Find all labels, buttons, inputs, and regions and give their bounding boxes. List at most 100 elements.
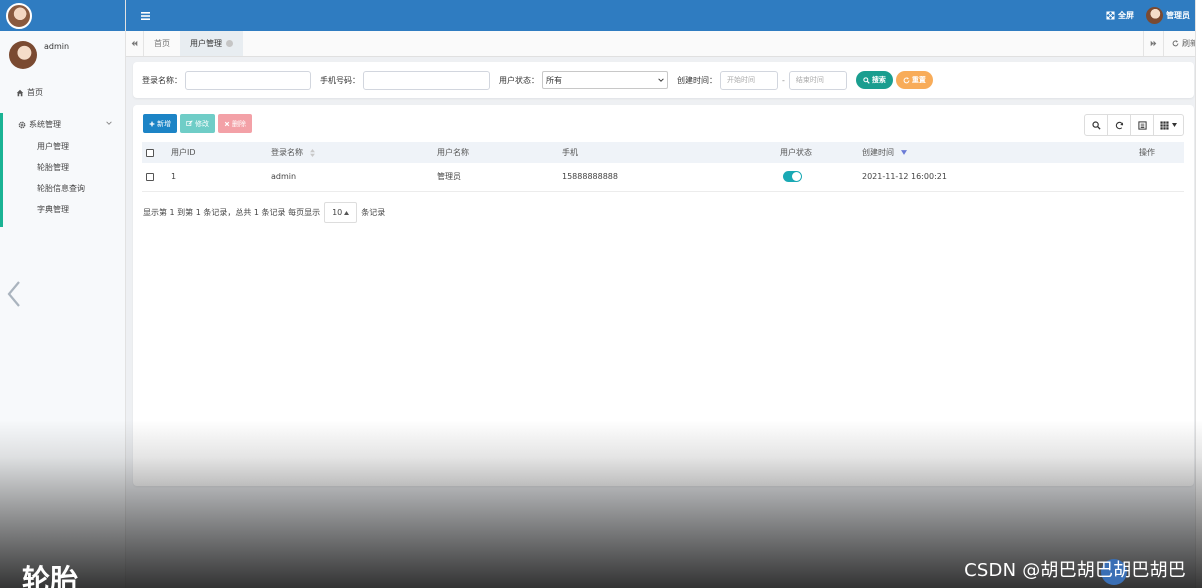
col-login-name[interactable]: 登录名称 bbox=[267, 142, 433, 163]
add-button[interactable]: 新增 bbox=[143, 114, 177, 133]
cell-login-name: admin bbox=[267, 163, 433, 192]
col-created-time-label: 创建时间 bbox=[862, 148, 894, 157]
sort-icon bbox=[310, 148, 315, 157]
sidebar-user: admin bbox=[0, 31, 125, 81]
sidebar: admin 首页 系统管理 用户管理 轮胎管理 轮胎信息查询 字典管理 bbox=[0, 0, 126, 588]
refresh-icon bbox=[1172, 40, 1179, 47]
sidebar-submenu: 用户管理 轮胎管理 轮胎信息查询 字典管理 bbox=[3, 136, 125, 227]
delete-button-label: 删除 bbox=[232, 119, 246, 128]
fullscreen-label: 全屏 bbox=[1118, 11, 1134, 20]
cell-actions bbox=[1135, 163, 1184, 192]
col-user-name[interactable]: 用户名称 bbox=[433, 142, 558, 163]
tab-home[interactable]: 首页 bbox=[144, 31, 180, 56]
toggle-search-button[interactable] bbox=[1084, 114, 1108, 136]
start-time-placeholder: 开始时间 bbox=[727, 76, 755, 84]
sidebar-item-tire-management[interactable]: 轮胎管理 bbox=[3, 157, 125, 178]
sidebar-item-tire-query[interactable]: 轮胎信息查询 bbox=[3, 178, 125, 199]
user-avatar[interactable] bbox=[9, 41, 37, 69]
top-navbar: 全屏 管理员 bbox=[126, 0, 1202, 31]
sidebar-item-home[interactable]: 首页 bbox=[0, 81, 125, 104]
col-phone[interactable]: 手机 bbox=[558, 142, 776, 163]
list-view-icon bbox=[1137, 120, 1147, 130]
double-chevron-left-icon bbox=[131, 40, 138, 47]
tab-user-management-label: 用户管理 bbox=[190, 39, 222, 48]
gear-icon bbox=[18, 121, 26, 128]
page-size-select[interactable]: 10 bbox=[324, 202, 358, 223]
delete-button[interactable]: 删除 bbox=[218, 114, 252, 133]
right-scrollbar[interactable] bbox=[1195, 0, 1202, 588]
reset-button[interactable]: 重置 bbox=[895, 71, 933, 89]
grid-columns-icon bbox=[1160, 120, 1169, 130]
login-name-label: 登录名称： bbox=[142, 75, 182, 85]
login-name-input[interactable] bbox=[185, 70, 311, 90]
select-all-cell bbox=[142, 142, 167, 163]
overlay-bottom-text: 轮胎 bbox=[22, 563, 79, 588]
edit-button[interactable]: 修改 bbox=[180, 114, 215, 133]
tab-close-icon[interactable] bbox=[226, 40, 233, 47]
sidebar-logo-avatar bbox=[6, 2, 32, 29]
end-time-input[interactable]: 结束时间 bbox=[788, 70, 847, 90]
close-icon bbox=[224, 121, 230, 126]
sidebar-item-home-label: 首页 bbox=[27, 88, 43, 97]
collapse-sidebar-icon[interactable] bbox=[5, 280, 23, 308]
status-select[interactable]: 所有 bbox=[542, 71, 668, 89]
col-created-time[interactable]: 创建时间 bbox=[858, 142, 1135, 163]
tabs-right-controls: 刷新 bbox=[1143, 31, 1202, 56]
caret-up-icon bbox=[344, 210, 350, 215]
pagination-suffix: 条记录 bbox=[361, 208, 386, 217]
columns-dropdown-button[interactable] bbox=[1153, 114, 1184, 136]
cell-user-id: 1 bbox=[167, 163, 267, 192]
sidebar-group-system: 系统管理 用户管理 轮胎管理 轮胎信息查询 字典管理 bbox=[0, 113, 125, 227]
tabs-scroll-right[interactable] bbox=[1143, 31, 1163, 56]
sidebar-group-system-label: 系统管理 bbox=[29, 120, 61, 129]
col-user-id[interactable]: 用户ID bbox=[167, 142, 267, 163]
chevron-down-icon bbox=[106, 121, 112, 125]
user-table: 用户ID 登录名称 用户名称 手机 用户状态 创建时间 操作 1 admin 管… bbox=[142, 142, 1184, 192]
user-menu[interactable]: 管理员 bbox=[1146, 7, 1190, 24]
sidebar-item-dictionary[interactable]: 字典管理 bbox=[3, 199, 125, 220]
cell-status bbox=[776, 163, 858, 192]
start-time-input[interactable]: 开始时间 bbox=[720, 70, 778, 90]
caret-down-icon bbox=[1172, 123, 1177, 127]
search-form: 登录名称： 手机号码： 用户状态： 所有 创建时间： 开始时间 - 结束时间 搜… bbox=[133, 62, 1194, 98]
sidebar-username: admin bbox=[44, 42, 70, 51]
user-table-card: 新增 修改 删除 用户ID 登录名称 用户名称 手机 用户状态 创建时间 操作 … bbox=[133, 105, 1194, 486]
refresh-table-button[interactable] bbox=[1107, 114, 1131, 136]
status-label: 用户状态： bbox=[499, 75, 539, 85]
add-button-label: 新增 bbox=[157, 119, 171, 128]
refresh-icon bbox=[1115, 121, 1123, 129]
watermark: CSDN @胡巴胡巴胡巴胡巴 bbox=[964, 560, 1186, 581]
search-button[interactable]: 搜索 bbox=[855, 71, 893, 89]
tabs-scroll-left[interactable] bbox=[126, 31, 144, 56]
table-header-row: 用户ID 登录名称 用户名称 手机 用户状态 创建时间 操作 bbox=[142, 142, 1184, 163]
top-navbar-right: 全屏 管理员 bbox=[1106, 0, 1190, 31]
toggle-view-button[interactable] bbox=[1130, 114, 1154, 136]
refresh-icon bbox=[903, 76, 910, 83]
search-icon bbox=[863, 76, 870, 84]
select-all-checkbox[interactable] bbox=[146, 148, 154, 157]
phone-input[interactable] bbox=[363, 70, 490, 90]
menu-toggle-icon[interactable] bbox=[141, 11, 150, 20]
sidebar-item-user-management[interactable]: 用户管理 bbox=[3, 136, 125, 157]
cell-phone: 15888888888 bbox=[558, 163, 776, 192]
status-toggle[interactable] bbox=[783, 171, 802, 183]
fullscreen-icon bbox=[1106, 11, 1115, 20]
user-menu-label: 管理员 bbox=[1166, 11, 1190, 20]
pagination: 显示第 1 到第 1 条记录，总共 1 条记录 每页显示 10 条记录 bbox=[143, 202, 385, 223]
col-login-name-label: 登录名称 bbox=[271, 148, 303, 157]
tab-home-label: 首页 bbox=[154, 39, 170, 48]
status-select-value: 所有 bbox=[546, 75, 562, 85]
plus-icon bbox=[149, 121, 155, 126]
created-time-label: 创建时间： bbox=[677, 75, 717, 85]
table-row[interactable]: 1 admin 管理员 15888888888 2021-11-12 16:00… bbox=[142, 163, 1184, 192]
sidebar-group-system-toggle[interactable]: 系统管理 bbox=[3, 113, 125, 136]
row-select-cell bbox=[142, 163, 167, 192]
col-status[interactable]: 用户状态 bbox=[776, 142, 858, 163]
row-checkbox[interactable] bbox=[146, 172, 154, 181]
col-actions: 操作 bbox=[1135, 142, 1184, 163]
edit-button-label: 修改 bbox=[195, 119, 209, 128]
fullscreen-button[interactable]: 全屏 bbox=[1106, 10, 1134, 21]
sort-desc-icon bbox=[901, 150, 907, 155]
tab-user-management[interactable]: 用户管理 bbox=[180, 31, 243, 56]
pagination-summary: 显示第 1 到第 1 条记录，总共 1 条记录 每页显示 bbox=[143, 208, 321, 217]
